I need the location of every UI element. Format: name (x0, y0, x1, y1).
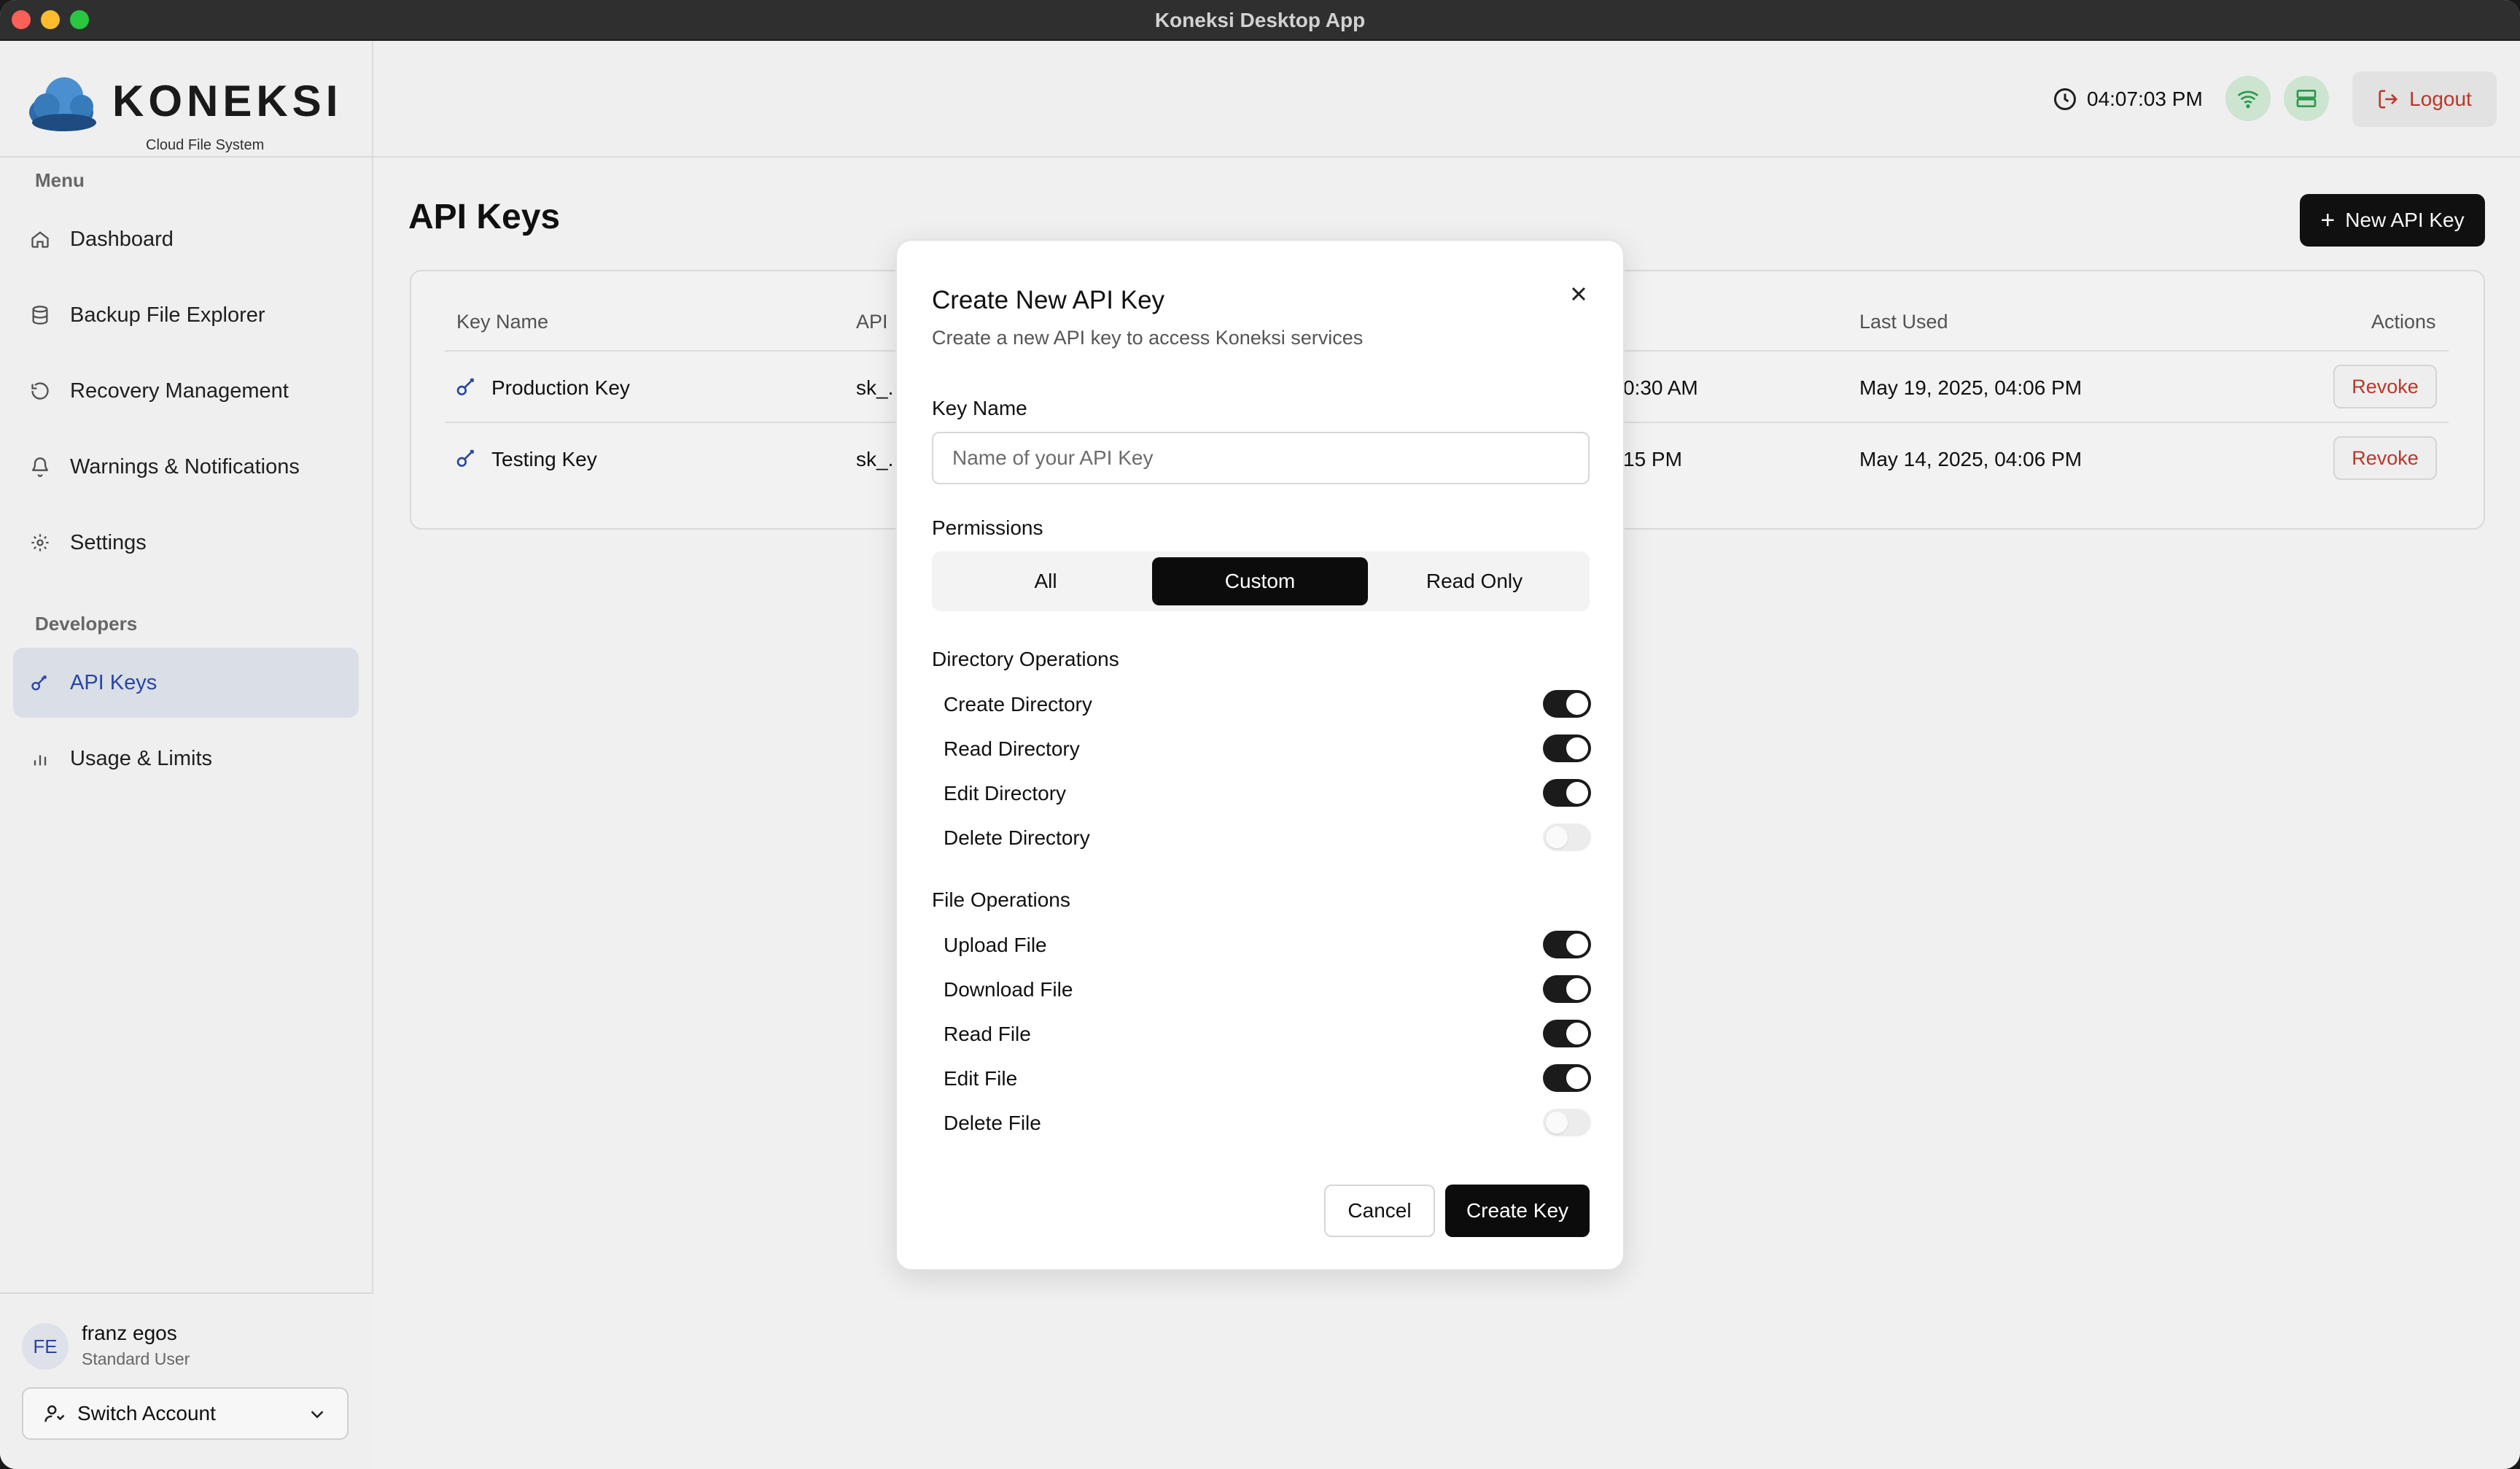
permission-label: Read Directory (944, 737, 1080, 760)
permission-row: Delete File (944, 1103, 1591, 1144)
permission-mode-custom[interactable]: Custom (1152, 557, 1368, 605)
permission-label: Create Directory (944, 693, 1092, 716)
permission-row: Upload File (944, 925, 1591, 966)
key-name-label: Key Name (932, 397, 1027, 419)
dialog-description: Create a new API key to access Koneksi s… (932, 327, 1364, 349)
cancel-button[interactable]: Cancel (1324, 1185, 1435, 1237)
close-icon (1571, 287, 1586, 301)
permission-label: Read File (944, 1023, 1031, 1045)
app-window: Koneksi Desktop App KONEKSI Cloud File S… (0, 0, 2520, 1469)
permission-mode-all[interactable]: All (938, 557, 1154, 605)
file-operations-label: File Operations (932, 888, 1070, 911)
delete-file-toggle[interactable] (1543, 1109, 1591, 1136)
read-directory-toggle[interactable] (1543, 734, 1591, 762)
permission-label: Edit Directory (944, 782, 1067, 805)
title-bar: Koneksi Desktop App (0, 0, 2520, 41)
permissions-mode-selector: All Custom Read Only (932, 551, 1590, 611)
read-file-toggle[interactable] (1543, 1020, 1591, 1047)
permission-row: Read Directory (944, 729, 1591, 770)
directory-operations-label: Directory Operations (932, 648, 1119, 670)
permission-label: Download File (944, 978, 1073, 1001)
permission-label: Edit File (944, 1067, 1018, 1090)
permission-mode-read-only[interactable]: Read Only (1366, 557, 1582, 605)
close-dialog-button[interactable] (1562, 277, 1595, 311)
edit-file-toggle[interactable] (1543, 1064, 1591, 1092)
create-key-button[interactable]: Create Key (1445, 1185, 1590, 1237)
permission-row: Download File (944, 969, 1591, 1010)
permission-label: Upload File (944, 934, 1047, 956)
dialog-title: Create New API Key (932, 286, 1165, 314)
download-file-toggle[interactable] (1543, 975, 1591, 1003)
window-title: Koneksi Desktop App (1154, 9, 1366, 31)
upload-file-toggle[interactable] (1543, 931, 1591, 958)
permission-row: Create Directory (944, 684, 1591, 725)
permission-label: Delete Directory (944, 826, 1090, 849)
delete-directory-toggle[interactable] (1543, 823, 1591, 851)
permission-row: Edit File (944, 1058, 1591, 1099)
permission-row: Edit Directory (944, 773, 1591, 814)
permission-row: Read File (944, 1014, 1591, 1055)
key-name-input[interactable] (932, 432, 1590, 484)
permission-label: Delete File (944, 1112, 1041, 1134)
edit-directory-toggle[interactable] (1543, 779, 1591, 807)
permissions-label: Permissions (932, 516, 1043, 539)
create-api-key-dialog: Create New API Key Create a new API key … (895, 239, 1625, 1271)
create-directory-toggle[interactable] (1543, 690, 1591, 718)
permission-row: Delete Directory (944, 818, 1591, 858)
